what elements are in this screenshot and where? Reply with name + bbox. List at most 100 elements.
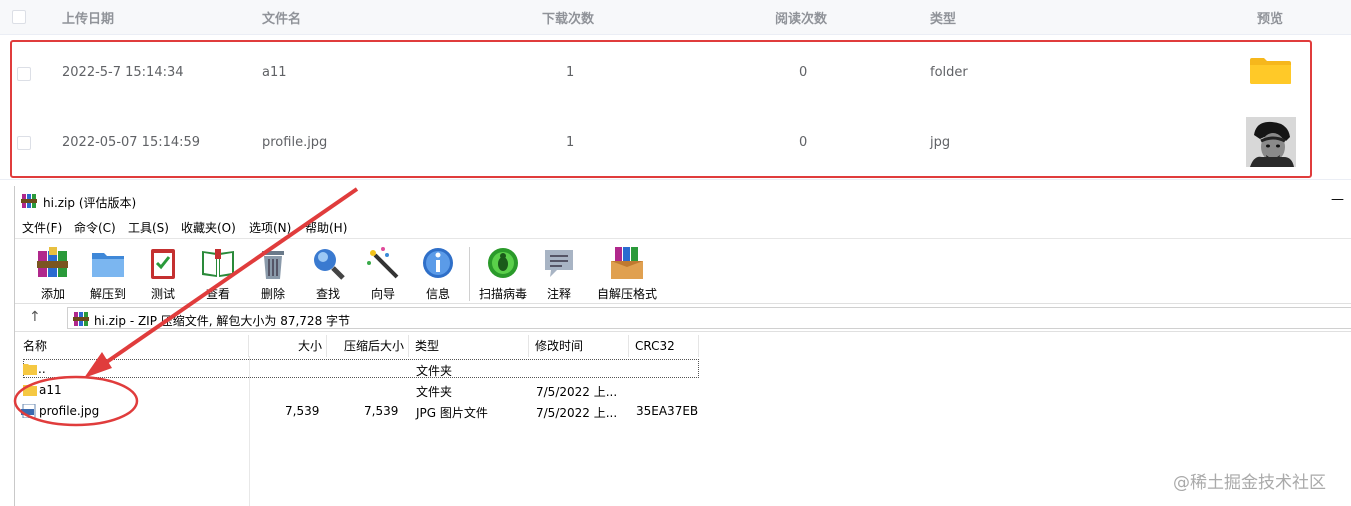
window-title: hi.zip (评估版本) — [43, 196, 137, 210]
row-checkbox[interactable] — [17, 67, 31, 81]
item-modified: 7/5/2022 上... — [536, 385, 618, 399]
comment-icon — [545, 250, 573, 277]
header-file-name[interactable]: 文件名 — [262, 8, 301, 27]
clipboard-check-icon — [151, 249, 175, 279]
add-button[interactable]: 添加 — [27, 243, 79, 301]
add-label: 添加 — [40, 287, 65, 301]
header-downloads[interactable]: 下载次数 — [542, 8, 594, 27]
row-type: jpg — [930, 135, 951, 150]
sfx-button[interactable]: 自解压格式 — [595, 243, 659, 301]
menu-favorites[interactable]: 收藏夹(O) — [181, 219, 236, 236]
item-name: .. — [38, 362, 46, 376]
menu-options[interactable]: 选项(N) — [249, 219, 291, 236]
open-book-icon — [202, 249, 234, 277]
find-label: 查找 — [315, 287, 340, 301]
test-button[interactable]: 测试 — [137, 243, 189, 301]
folder-icon — [23, 364, 37, 375]
scan-virus-label: 扫描病毒 — [478, 287, 527, 301]
archive-icon — [73, 312, 89, 326]
winrar-app-icon — [21, 194, 37, 208]
extract-to-label: 解压到 — [89, 287, 126, 301]
address-bar: ↑ hi.zip - ZIP 压缩文件, 解包大小为 87,728 字节 — [15, 305, 1351, 332]
row-reads: 0 — [799, 65, 808, 80]
comment-label: 注释 — [546, 287, 571, 301]
view-button[interactable]: 查看 — [192, 243, 244, 301]
row-date: 2022-05-07 15:14:59 — [62, 135, 201, 150]
list-item[interactable]: a11 文件夹 7/5/2022 上... — [15, 380, 705, 401]
col-size[interactable]: 大小 — [249, 335, 327, 357]
item-type: 文件夹 — [416, 364, 453, 378]
menu-commands[interactable]: 命令(C) — [74, 219, 116, 236]
item-size: 7,539 — [285, 404, 320, 418]
extract-to-button[interactable]: 解压到 — [82, 243, 134, 301]
menu-help[interactable]: 帮助(H) — [305, 219, 347, 236]
folder-icon — [23, 385, 37, 396]
wizard-button[interactable]: 向导 — [357, 243, 409, 301]
item-type: 文件夹 — [416, 385, 453, 399]
col-modified[interactable]: 修改时间 — [529, 335, 629, 357]
folder-preview-icon[interactable] — [1249, 57, 1292, 85]
scan-virus-button[interactable]: 扫描病毒 — [477, 243, 529, 301]
item-crc32: 35EA37EB — [636, 404, 699, 418]
item-packed-size: 7,539 — [364, 404, 399, 418]
row-file-name[interactable]: a11 — [262, 65, 287, 80]
table-row[interactable]: 2022-5-7 15:14:34 a11 1 0 folder — [0, 39, 1351, 108]
delete-label: 删除 — [260, 287, 285, 301]
info-icon — [423, 248, 453, 278]
row-type: folder — [930, 65, 968, 80]
header-preview: 预览 — [1257, 12, 1284, 27]
list-item[interactable]: .. 文件夹 — [15, 359, 705, 380]
watermark-text: @稀土掘金技术社区 — [1173, 473, 1326, 493]
row-downloads: 1 — [566, 135, 575, 150]
portrait-photo-icon — [1246, 117, 1296, 167]
header-type[interactable]: 类型 — [930, 8, 956, 27]
trash-can-icon — [262, 251, 284, 279]
file-list-header: 名称 大小 压缩后大小 类型 修改时间 CRC32 — [15, 335, 701, 357]
item-name: profile.jpg — [39, 404, 100, 418]
sfx-box-icon — [611, 247, 643, 279]
image-preview-thumbnail[interactable] — [1246, 117, 1296, 167]
table-row[interactable]: 2022-05-07 15:14:59 profile.jpg 1 0 jpg — [0, 107, 1351, 180]
comment-button[interactable]: 注释 — [533, 243, 585, 301]
col-crc32[interactable]: CRC32 — [629, 335, 699, 357]
menu-bar: 文件(F) 命令(C) 工具(S) 收藏夹(O) 选项(N) 帮助(H) — [15, 217, 1351, 237]
find-button[interactable]: 查找 — [302, 243, 354, 301]
header-reads[interactable]: 阅读次数 — [775, 8, 827, 27]
list-item[interactable]: profile.jpg 7,539 7,539 JPG 图片文件 7/5/202… — [15, 401, 705, 422]
menu-file[interactable]: 文件(F) — [22, 219, 62, 236]
item-name: a11 — [39, 383, 62, 397]
minimize-button[interactable]: — — [1331, 192, 1344, 207]
sfx-label: 自解压格式 — [596, 287, 657, 301]
menu-tools[interactable]: 工具(S) — [128, 219, 169, 236]
file-table: 上传日期 文件名 下载次数 阅读次数 类型 预览 2022-5-7 15:14:… — [0, 0, 1351, 180]
wizard-label: 向导 — [370, 287, 395, 301]
item-modified: 7/5/2022 上... — [536, 406, 618, 420]
address-text: hi.zip - ZIP 压缩文件, 解包大小为 87,728 字节 — [94, 314, 351, 328]
item-type: JPG 图片文件 — [416, 406, 488, 420]
header-upload-date[interactable]: 上传日期 — [62, 8, 114, 27]
select-all-checkbox[interactable] — [12, 10, 26, 24]
table-header: 上传日期 文件名 下载次数 阅读次数 类型 预览 — [0, 0, 1351, 35]
toolbar: 添加 解压到 测试 查看 删除 查找 向导 信息 扫描病毒 注释 自解压格式 — [15, 238, 1351, 304]
col-name[interactable]: 名称 — [15, 335, 249, 357]
row-downloads: 1 — [566, 65, 575, 80]
magic-wand-icon — [367, 247, 399, 279]
address-field[interactable]: hi.zip - ZIP 压缩文件, 解包大小为 87,728 字节 — [67, 307, 1351, 329]
row-reads: 0 — [799, 135, 808, 150]
up-folder-button[interactable]: ↑ — [29, 309, 41, 325]
row-checkbox[interactable] — [17, 136, 31, 150]
title-bar[interactable]: hi.zip (评估版本) — — [15, 186, 1351, 216]
row-date: 2022-5-7 15:14:34 — [62, 65, 184, 80]
test-label: 测试 — [150, 287, 175, 301]
folder-extract-icon — [92, 253, 124, 277]
col-packed-size[interactable]: 压缩后大小 — [327, 335, 409, 357]
col-type[interactable]: 类型 — [409, 335, 529, 357]
info-button[interactable]: 信息 — [412, 243, 464, 301]
virus-scan-icon — [488, 248, 518, 278]
row-file-name[interactable]: profile.jpg — [262, 135, 327, 150]
delete-button[interactable]: 删除 — [247, 243, 299, 301]
magnifier-icon — [314, 249, 345, 280]
info-label: 信息 — [425, 287, 450, 301]
toolbar-separator — [469, 247, 470, 301]
jpg-file-icon — [21, 404, 36, 418]
